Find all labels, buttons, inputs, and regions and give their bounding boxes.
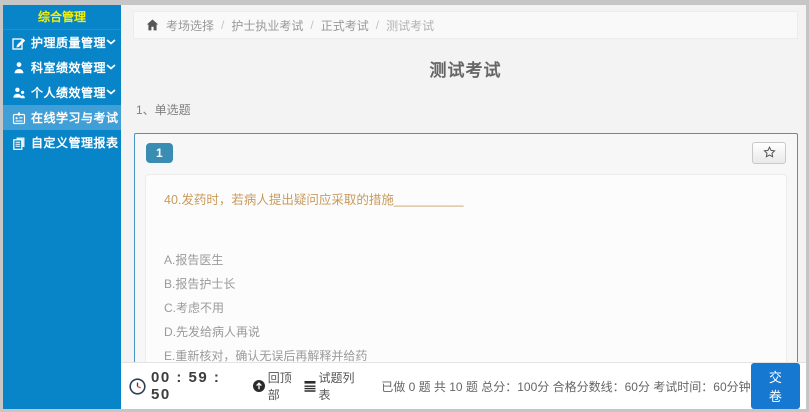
report-icon — [12, 136, 26, 150]
page-title: 测试考试 — [133, 56, 798, 81]
back-to-top-button[interactable]: 回顶部 — [253, 369, 295, 403]
sidebar: 综合管理 护理质量管理 科室绩效管理 — [3, 5, 121, 409]
sidebar-item-nursing-quality[interactable]: 护理质量管理 — [3, 30, 121, 55]
breadcrumb: 考场选择 / 护士执业考试 / 正式考试 / 测试考试 — [133, 11, 798, 39]
sidebar-item-online-learning-exam[interactable]: 在线学习与考试 — [3, 105, 121, 130]
chevron-down-icon — [106, 39, 116, 46]
breadcrumb-separator: / — [310, 18, 313, 32]
chevron-down-icon — [106, 64, 116, 71]
exam-timer: 00 : 59 : 50 — [151, 369, 229, 403]
chevron-down-icon — [106, 89, 116, 96]
question-list-label: 试题列表 — [319, 369, 356, 403]
breadcrumb-item-current: 测试考试 — [386, 17, 434, 34]
breadcrumb-item-formal-exam[interactable]: 正式考试 — [321, 17, 369, 34]
option-d[interactable]: D.先发给病人再说 — [164, 326, 770, 338]
breadcrumb-separator: / — [376, 18, 379, 32]
clock-icon — [129, 378, 146, 395]
option-a[interactable]: A.报告医生 — [164, 254, 770, 266]
options-list: A.报告医生 B.报告护士长 C.考虑不用 D.先发给病人再说 E.重新核对，确… — [162, 254, 770, 362]
edit-icon — [12, 36, 26, 50]
option-c[interactable]: C.考虑不用 — [164, 302, 770, 314]
option-b[interactable]: B.报告护士长 — [164, 278, 770, 290]
sidebar-item-label: 个人绩效管理 — [31, 84, 106, 101]
status-bar: 00 : 59 : 50 回顶部 试题列表 已做 0 题 共 10 题 总分：1… — [121, 362, 806, 409]
main-area: 考场选择 / 护士执业考试 / 正式考试 / 测试考试 测试考试 1、单选题 1 — [121, 5, 806, 409]
breadcrumb-item-nurse-exam[interactable]: 护士执业考试 — [231, 17, 303, 34]
exam-stats: 已做 0 题 共 10 题 总分：100分 合格分数线：60分 考试时间：60分… — [381, 378, 750, 395]
content-area: 考场选择 / 护士执业考试 / 正式考试 / 测试考试 测试考试 1、单选题 1 — [121, 5, 806, 362]
app-window: 综合管理 护理质量管理 科室绩效管理 — [0, 0, 809, 412]
home-icon[interactable] — [146, 19, 159, 31]
section-label: 1、单选题 — [136, 101, 798, 118]
up-circle-icon — [253, 380, 265, 392]
sidebar-item-label: 在线学习与考试 — [31, 109, 119, 126]
star-icon — [763, 146, 776, 161]
sidebar-item-department-performance[interactable]: 科室绩效管理 — [3, 55, 121, 80]
list-icon — [304, 380, 316, 392]
sidebar-item-label: 护理质量管理 — [31, 34, 106, 51]
favorite-button[interactable] — [752, 142, 786, 164]
breadcrumb-item-exam-room[interactable]: 考场选择 — [166, 17, 214, 34]
sidebar-item-personal-performance[interactable]: 个人绩效管理 — [3, 80, 121, 105]
sidebar-item-label: 自定义管理报表 — [31, 134, 119, 151]
question-list-button[interactable]: 试题列表 — [304, 369, 356, 403]
option-e[interactable]: E.重新核对，确认无误后再解释并给药 — [164, 350, 770, 362]
submit-button[interactable]: 交卷 — [751, 363, 800, 409]
sidebar-item-custom-reports[interactable]: 自定义管理报表 — [3, 130, 121, 155]
question-card-header: 1 — [135, 134, 797, 172]
question-body: 40.发药时，若病人提出疑问应采取的措施__________ A.报告医生 B.… — [145, 174, 787, 362]
question-card: 1 40.发药时，若病人提出疑问应采取的措施__________ A.报告医生 … — [134, 133, 798, 362]
breadcrumb-separator: / — [221, 18, 224, 32]
users-icon — [12, 86, 26, 100]
badge-icon — [12, 111, 26, 125]
sidebar-menu: 护理质量管理 科室绩效管理 个人绩效管理 — [3, 30, 121, 155]
user-icon — [12, 61, 26, 75]
sidebar-title: 综合管理 — [3, 5, 121, 30]
question-number-badge: 1 — [146, 143, 173, 163]
sidebar-item-label: 科室绩效管理 — [31, 59, 106, 76]
back-to-top-label: 回顶部 — [268, 369, 295, 403]
question-text: 40.发药时，若病人提出疑问应采取的措施__________ — [164, 189, 770, 208]
